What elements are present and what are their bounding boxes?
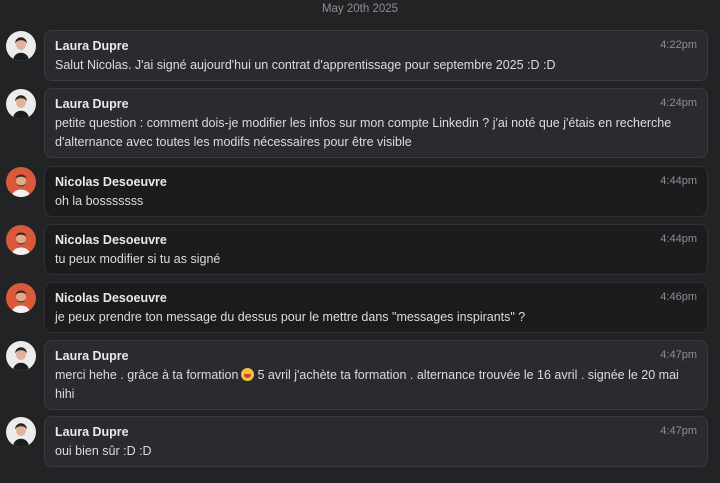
message-bubble: Nicolas Desoeuvre 4:44pm tu peux modifie… [44,224,708,275]
message-time: 4:24pm [660,97,697,109]
message-bubble: Laura Dupre 4:47pm merci hehe . grâce à … [44,340,708,410]
avatar-nicolas[interactable] [6,225,36,255]
message-bubble: Nicolas Desoeuvre 4:46pm je peux prendre… [44,282,708,333]
message-bubble: Laura Dupre 4:22pm Salut Nicolas. J'ai s… [44,30,708,81]
message-time: 4:44pm [660,233,697,245]
message-text-segment: merci hehe . grâce à ta formation [55,368,239,382]
message-text-line: d'alternance avec toutes les modifs néce… [55,135,412,149]
grimacing-face-icon [241,368,255,381]
message-text-line: petite question : comment dois-je modifi… [55,116,672,130]
avatar-nicolas[interactable] [6,283,36,313]
avatar-laura[interactable] [6,89,36,119]
message-author[interactable]: Nicolas Desoeuvre [55,291,697,305]
message-author[interactable]: Nicolas Desoeuvre [55,233,697,247]
message-text: tu peux modifier si tu as signé [55,252,221,266]
message-text-segment: 5 avril j'achète ta formation . alternan… [257,368,679,382]
message-text: petite question : comment dois-je modifi… [55,114,697,152]
message-time: 4:46pm [660,291,697,303]
message-author[interactable]: Laura Dupre [55,97,697,111]
avatar-laura[interactable] [6,31,36,61]
message-text: je peux prendre ton message du dessus po… [55,310,526,324]
message-text: Salut Nicolas. J'ai signé aujourd'hui un… [55,58,556,72]
message-text-line: hihi [55,387,75,401]
message-author[interactable]: Nicolas Desoeuvre [55,175,697,189]
message-author[interactable]: Laura Dupre [55,349,697,363]
date-header: May 20th 2025 [321,3,399,15]
message-time: 4:22pm [660,39,697,51]
message-bubble: Nicolas Desoeuvre 4:44pm oh la bosssssss [44,166,708,217]
avatar-laura[interactable] [6,341,36,371]
message-author[interactable]: Laura Dupre [55,39,697,53]
message-text-line: merci hehe . grâce à ta formation 5 avril… [55,366,697,385]
message-time: 4:47pm [660,349,697,361]
message-time: 4:47pm [660,425,697,437]
avatar-nicolas[interactable] [6,167,36,197]
message-text: merci hehe . grâce à ta formation 5 avril… [55,366,697,404]
message-text: oh la bosssssss [55,194,144,208]
message-text: oui bien sûr :D :D [55,444,152,458]
message-bubble: Laura Dupre 4:24pm petite question : com… [44,88,708,158]
message-bubble: Laura Dupre 4:47pm oui bien sûr :D :D [44,416,708,467]
avatar-laura[interactable] [6,417,36,447]
message-author[interactable]: Laura Dupre [55,425,697,439]
message-time: 4:44pm [660,175,697,187]
